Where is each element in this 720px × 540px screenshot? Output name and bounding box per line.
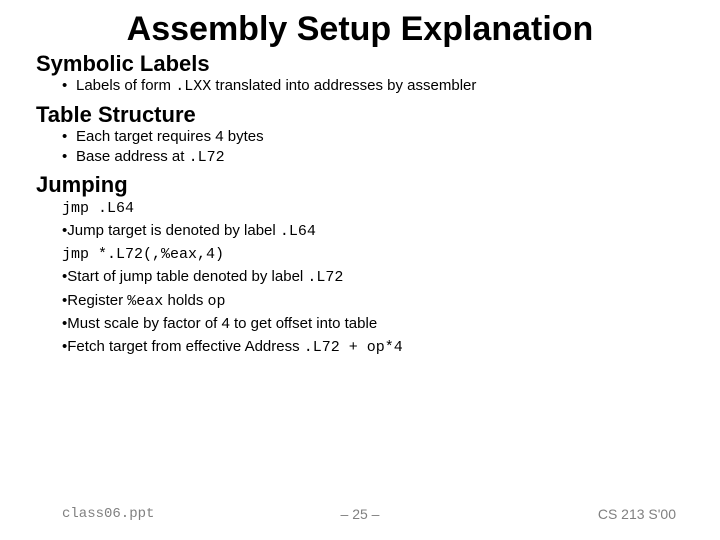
bullet-item: • Jump target is denoted by label .L64 — [62, 220, 720, 244]
bullets-table: • Each target requires 4 bytes • Base ad… — [62, 127, 720, 169]
page-title: Assembly Setup Explanation — [0, 10, 720, 49]
inline-code: .L72 — [307, 269, 343, 286]
footer: class06.ppt – 25 – CS 213 S'00 — [0, 506, 720, 526]
bullet-item: • Start of jump table denoted by label .… — [62, 266, 720, 290]
bullet-dot-icon: • — [62, 147, 76, 167]
bullet-dot-icon: • — [62, 76, 76, 96]
bullet-item: • Labels of form .LXX translated into ad… — [62, 76, 720, 97]
bullet-text: Fetch target from effective Address — [67, 338, 304, 355]
section-jumping: Jumping — [36, 172, 720, 197]
bullet-text: holds — [163, 292, 207, 309]
section-symbolic-labels: Symbolic Labels — [36, 51, 720, 76]
code-line: jmp *.L72(,%eax,4) — [62, 244, 720, 267]
bullets-symbolic: • Labels of form .LXX translated into ad… — [62, 76, 720, 97]
inline-code: %eax — [127, 293, 163, 310]
code-line: jmp .L64 — [62, 198, 720, 221]
inline-code: .L72 — [189, 149, 225, 166]
bullet-text: Start of jump table denoted by label — [67, 268, 307, 285]
jumping-body: jmp .L64 • Jump target is denoted by lab… — [62, 198, 720, 360]
bullet-text: Labels of form — [76, 77, 175, 94]
bullet-item: • Register %eax holds op — [62, 290, 720, 314]
bullet-text: translated into addresses by assembler — [211, 77, 476, 94]
footer-right: CS 213 S'00 — [598, 506, 676, 522]
bullet-item: • Each target requires 4 bytes — [62, 127, 720, 147]
bullet-text: Must scale by factor of 4 to get offset … — [67, 313, 377, 336]
inline-code: .L72 + op*4 — [304, 339, 403, 356]
inline-code: op — [208, 293, 226, 310]
bullet-item: • Base address at .L72 — [62, 147, 720, 168]
section-table-structure: Table Structure — [36, 102, 720, 127]
bullet-text: Base address at — [76, 148, 189, 165]
bullet-item: • Fetch target from effective Address .L… — [62, 336, 720, 360]
bullet-text: Register — [67, 292, 127, 309]
inline-code: .L64 — [280, 223, 316, 240]
bullet-text: Jump target is denoted by label — [67, 222, 280, 239]
bullet-item: • Must scale by factor of 4 to get offse… — [62, 313, 720, 336]
inline-code: .LXX — [175, 78, 211, 95]
bullet-text: Each target requires 4 bytes — [76, 127, 264, 147]
bullet-dot-icon: • — [62, 127, 76, 147]
slide: Assembly Setup Explanation Symbolic Labe… — [0, 10, 720, 540]
